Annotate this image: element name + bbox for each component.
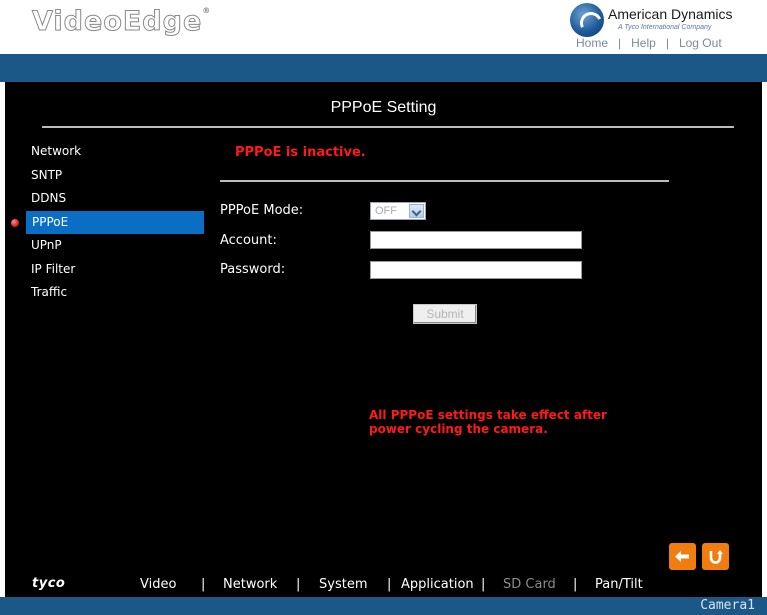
header: VideoEdge® American Dynamics A Tyco Inte…	[0, 0, 767, 54]
account-input[interactable]	[370, 231, 582, 249]
active-indicator-icon	[11, 218, 19, 227]
chevron-down-icon	[409, 204, 424, 218]
nav-sd-card[interactable]: SD Card	[503, 577, 556, 592]
refresh-button[interactable]	[702, 543, 729, 570]
company-name: American Dynamics	[608, 6, 733, 22]
brand-text: VideoEdge	[31, 6, 203, 38]
american-dynamics-logo-icon	[570, 3, 604, 37]
password-input[interactable]	[370, 261, 582, 279]
sidebar-item-ddns[interactable]: DDNS	[5, 187, 205, 211]
top-links: Home | Help | Log Out	[576, 36, 722, 50]
main-panel: PPPoE Setting Network SNTP DDNS PPPoE UP…	[5, 82, 762, 597]
company-tagline: A Tyco International Company	[618, 24, 712, 31]
videoedge-logo: VideoEdge®	[31, 6, 212, 38]
top-band	[0, 54, 767, 82]
sidebar-item-pppoe-row: PPPoE	[5, 210, 205, 234]
pppoe-mode-select[interactable]: OFF	[370, 202, 426, 220]
sidebar-item-sntp[interactable]: SNTP	[5, 164, 205, 188]
sidebar: Network SNTP DDNS PPPoE UPnP IP Filter T…	[5, 140, 205, 305]
sidebar-item-ip-filter[interactable]: IP Filter	[5, 258, 205, 282]
help-link[interactable]: Help	[631, 36, 656, 50]
tyco-logo: tyco	[32, 576, 66, 591]
page-title: PPPoE Setting	[330, 99, 437, 116]
sidebar-item-network[interactable]: Network	[5, 140, 205, 164]
power-cycle-note: All PPPoE settings take effect after pow…	[369, 408, 607, 436]
bottom-band: Camera1	[0, 597, 767, 615]
title-divider	[42, 126, 734, 128]
nav-system[interactable]: System	[319, 577, 367, 592]
arrow-left-icon	[675, 551, 689, 562]
pppoe-mode-value: OFF	[375, 205, 397, 217]
camera-name: Camera1	[700, 598, 755, 613]
content-divider	[220, 180, 669, 182]
back-button[interactable]	[669, 543, 696, 570]
nav-network[interactable]: Network	[223, 577, 277, 592]
home-link[interactable]: Home	[576, 36, 608, 50]
sidebar-item-traffic[interactable]: Traffic	[5, 281, 205, 305]
nav-video[interactable]: Video	[140, 577, 176, 592]
password-label: Password:	[220, 262, 286, 277]
nav-application[interactable]: Application	[401, 577, 474, 592]
sidebar-item-pppoe[interactable]: PPPoE	[26, 210, 204, 234]
sidebar-item-upnp[interactable]: UPnP	[5, 234, 205, 258]
bottom-nav: tyco Video | Network | System | Applicat…	[32, 576, 643, 592]
logout-link[interactable]: Log Out	[679, 36, 722, 50]
nav-pan-tilt[interactable]: Pan/Tilt	[595, 577, 643, 592]
pppoe-mode-label: PPPoE Mode:	[220, 203, 304, 218]
status-message: PPPoE is inactive.	[235, 145, 366, 160]
refresh-icon	[709, 550, 723, 564]
account-label: Account:	[220, 233, 277, 248]
submit-button[interactable]: Submit	[413, 304, 477, 324]
